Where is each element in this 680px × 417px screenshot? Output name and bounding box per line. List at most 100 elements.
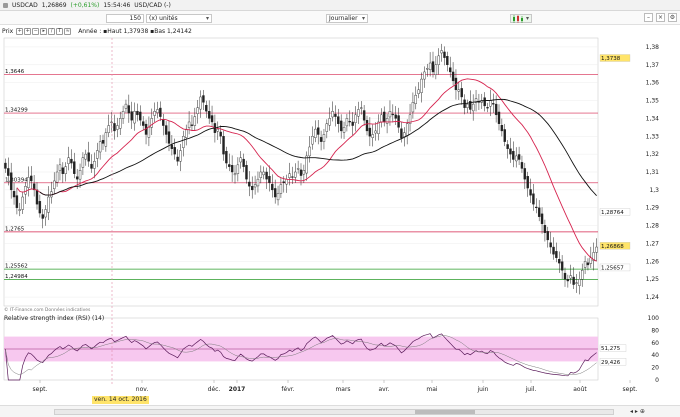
zoom-controls[interactable]: ◂ ▸ ⊕ xyxy=(630,408,645,415)
candle-body xyxy=(351,121,354,126)
candle-body xyxy=(239,157,242,163)
candle-body xyxy=(107,125,110,133)
candle-body xyxy=(586,262,590,266)
candle-body xyxy=(187,121,191,128)
candle-body xyxy=(555,251,558,258)
candle-body xyxy=(18,209,21,211)
candle-body xyxy=(285,178,288,185)
candle-body xyxy=(543,225,547,233)
candle-body xyxy=(558,258,561,264)
candle-body xyxy=(73,161,76,174)
candle-body xyxy=(141,121,145,126)
bottom-bar: ◂ ▸ ⊕ xyxy=(0,405,680,417)
price-tick-label: 1,24 xyxy=(646,294,660,301)
rsi-tick-label: 100 xyxy=(648,315,660,322)
candle-body xyxy=(159,107,162,117)
candle-body xyxy=(451,71,455,82)
candle-body xyxy=(420,78,423,93)
rsi-tick-label: 80 xyxy=(651,327,659,334)
time-tick-label: nov. xyxy=(136,386,149,393)
candle-body xyxy=(512,151,515,160)
candle-body xyxy=(61,167,65,174)
candle-body xyxy=(190,124,194,126)
candle-body xyxy=(113,123,116,132)
candle-body xyxy=(124,103,128,109)
candle-body xyxy=(119,118,122,129)
time-tick-label: juin xyxy=(477,386,489,393)
candle-body xyxy=(55,171,59,183)
candle-body xyxy=(345,118,349,127)
candle-body xyxy=(337,116,340,124)
price-tick-label: 1,28 xyxy=(646,223,660,230)
candle-body xyxy=(294,171,297,178)
candle-body xyxy=(230,165,234,173)
candle-body xyxy=(242,158,245,167)
candle-body xyxy=(466,103,469,108)
candle-body xyxy=(268,176,271,183)
candle-body xyxy=(360,107,363,109)
rsi-tick-label: 40 xyxy=(651,352,659,359)
candle-body xyxy=(405,123,409,136)
candle-body xyxy=(81,157,85,168)
candle-body xyxy=(162,119,165,126)
level-label: 1,25562 xyxy=(5,264,28,270)
candle-body xyxy=(549,242,552,248)
candle-body xyxy=(262,171,265,176)
candle-body xyxy=(431,61,435,73)
data-credit: © IT-Finance.com Données indicatives xyxy=(4,308,91,313)
candle-body xyxy=(276,193,280,201)
price-tick-label: 1,34 xyxy=(646,115,660,122)
candle-body xyxy=(583,261,587,268)
candle-body xyxy=(225,151,228,164)
price-tick-label: 1,32 xyxy=(646,151,660,158)
candle-body xyxy=(385,118,389,124)
candle-body xyxy=(311,136,314,145)
candle-body xyxy=(245,165,248,180)
candle-body xyxy=(228,164,231,167)
candle-body xyxy=(196,107,199,114)
candle-body xyxy=(207,111,211,119)
candle-body xyxy=(265,171,268,180)
candle-body xyxy=(133,111,136,124)
chart-canvas[interactable]: 1,36461,342991,303941,27651,255621,24984… xyxy=(0,0,680,417)
price-tick-label: 1,37 xyxy=(646,62,660,69)
candle-body xyxy=(394,114,397,119)
candle-body xyxy=(339,120,343,132)
candle-body xyxy=(259,171,263,178)
candle-body xyxy=(7,168,10,176)
candle-body xyxy=(299,169,303,176)
candle-body xyxy=(354,114,357,123)
rsi-tick-label: 0 xyxy=(655,377,659,384)
candle-body xyxy=(365,119,369,132)
rsi-panel: 100 80 60 40 20 0 51,275 29,426 xyxy=(3,315,660,384)
scrollbar-thumb[interactable] xyxy=(415,410,475,414)
candle-body xyxy=(503,129,506,142)
price-tick-label: 1,33 xyxy=(646,133,660,140)
candle-body xyxy=(492,103,495,105)
candle-body xyxy=(575,282,578,284)
price-tick-label: 1,36 xyxy=(646,80,660,87)
level-label: 1,3646 xyxy=(5,69,25,75)
candle-body xyxy=(121,111,125,119)
candle-body xyxy=(84,153,87,160)
candle-body xyxy=(256,178,260,187)
candle-body xyxy=(595,246,598,253)
candle-body xyxy=(368,127,372,137)
level-label: 1,2765 xyxy=(5,226,25,232)
candle-body xyxy=(253,184,257,188)
candle-body xyxy=(271,183,274,191)
candle-body xyxy=(24,186,27,195)
price-badge-label: 1,3738 xyxy=(601,56,621,62)
time-scrollbar[interactable] xyxy=(54,409,614,415)
rsi-tick-label: 20 xyxy=(651,365,659,372)
candle-body xyxy=(537,207,541,217)
candle-body xyxy=(75,176,79,180)
candle-body xyxy=(486,107,489,109)
candle-body xyxy=(322,134,326,142)
candle-body xyxy=(64,166,67,174)
price-tick-label: 1,3 xyxy=(649,187,659,194)
candle-body xyxy=(500,124,504,132)
candle-body xyxy=(53,180,56,189)
candle-body xyxy=(526,176,529,189)
candle-body xyxy=(101,139,105,144)
